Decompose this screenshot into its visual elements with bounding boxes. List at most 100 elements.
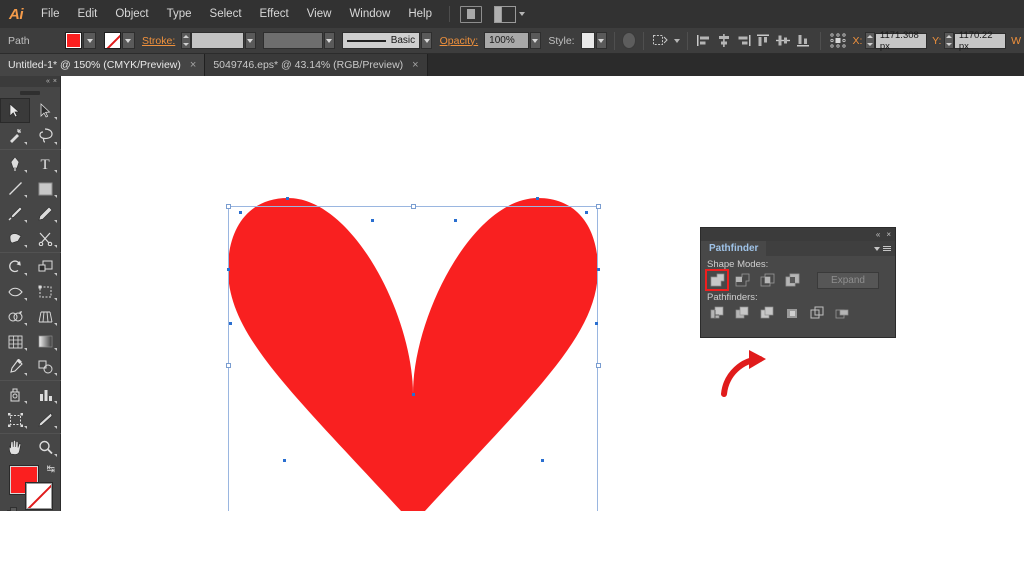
y-stepper[interactable] [944,32,954,49]
blend-tool[interactable] [30,354,60,379]
tools-panel-grip[interactable] [0,87,60,98]
hand-tool[interactable] [0,435,30,460]
divide-button[interactable] [707,304,727,322]
pen-tool[interactable] [0,151,30,176]
lasso-tool[interactable] [30,123,60,148]
type-tool[interactable]: T [30,151,60,176]
brush-definition-field[interactable]: Basic [342,32,421,49]
brush-dropdown-icon[interactable] [421,32,433,49]
path-anchor[interactable] [412,393,415,396]
expand-button[interactable]: Expand [817,271,879,289]
stroke-swatch-none[interactable] [103,32,121,49]
path-anchor[interactable] [585,211,588,214]
bbox-handle-tr[interactable] [595,203,601,209]
path-anchor[interactable] [229,322,232,325]
align-middle-v-icon[interactable] [775,32,791,50]
opacity-field[interactable]: 100% [484,32,529,49]
path-anchor[interactable] [226,268,230,271]
panel-close-icon[interactable]: × [886,230,891,239]
scale-tool[interactable] [30,254,60,279]
style-dropdown-icon[interactable] [595,32,608,49]
magic-wand-tool[interactable] [0,123,30,148]
mesh-tool[interactable] [0,329,30,354]
stroke-weight-dropdown-icon[interactable] [244,32,256,49]
align-center-h-icon[interactable] [716,32,732,50]
blob-brush-tool[interactable] [0,226,30,251]
perspective-grid-tool[interactable] [30,304,60,329]
stroke-weight-stepper[interactable] [181,32,191,49]
menu-view[interactable]: View [298,0,341,28]
gradient-tool[interactable] [30,329,60,354]
tab-5049746-eps[interactable]: 5049746.eps* @ 43.14% (RGB/Preview) × [205,54,428,76]
merge-button[interactable] [757,304,777,322]
stroke-profile-dropdown-icon[interactable] [323,32,335,49]
line-segment-tool[interactable] [0,176,30,201]
stroke-label[interactable]: Stroke: [142,35,175,47]
align-bottom-icon[interactable] [795,32,811,50]
rectangle-tool[interactable] [30,176,60,201]
tools-close-icon[interactable]: × [53,78,57,85]
width-tool[interactable] [0,279,30,304]
fill-swatch[interactable] [65,32,83,49]
slice-tool[interactable] [30,407,60,432]
bbox-handle-ml[interactable] [225,362,231,368]
tab-pathfinder[interactable]: Pathfinder [701,241,767,256]
transform-dropdown-icon[interactable] [673,38,680,43]
tab-close-icon[interactable]: × [190,59,196,71]
path-anchor[interactable] [536,197,539,200]
panel-menu-button[interactable] [766,241,895,256]
bridge-icon[interactable] [460,5,482,23]
tab-close-icon[interactable]: × [412,59,418,71]
menu-object[interactable]: Object [106,0,157,28]
free-transform-tool[interactable] [30,279,60,304]
x-coordinate-field[interactable]: 1171.308 px [874,30,928,52]
menu-type[interactable]: Type [158,0,201,28]
toolbar-stroke-swatch-none[interactable] [26,483,52,509]
stroke-profile-field[interactable] [263,32,323,49]
crop-button[interactable] [782,304,802,322]
column-graph-tool[interactable] [30,382,60,407]
shape-builder-tool[interactable] [0,304,30,329]
graphic-style-swatch[interactable] [580,32,595,49]
artboard-canvas[interactable]: « × Pathfinder Shape Modes: Expand Pathf… [61,76,1024,527]
menu-select[interactable]: Select [201,0,251,28]
eyedropper-tool[interactable] [0,354,30,379]
menu-file[interactable]: File [32,0,69,28]
menu-window[interactable]: Window [340,0,399,28]
rotate-tool[interactable] [0,254,30,279]
align-right-icon[interactable] [736,32,752,50]
opacity-label[interactable]: Opacity: [440,35,479,47]
tab-untitled-1[interactable]: Untitled-1* @ 150% (CMYK/Preview) × [0,54,206,76]
symbol-sprayer-tool[interactable] [0,382,30,407]
menu-effect[interactable]: Effect [251,0,298,28]
menu-edit[interactable]: Edit [69,0,107,28]
swap-fill-stroke-icon[interactable]: ↹ [47,464,55,475]
bbox-handle-tl[interactable] [225,203,231,209]
reference-point-icon[interactable] [829,32,846,50]
path-anchor[interactable] [371,219,374,222]
pencil-tool[interactable] [30,201,60,226]
tools-collapse-icon[interactable]: « [46,78,50,85]
opacity-dropdown-icon[interactable] [529,32,541,49]
fill-color-control[interactable] [65,32,97,49]
path-anchor[interactable] [596,268,600,271]
direct-selection-tool[interactable] [30,98,60,123]
align-top-icon[interactable] [756,32,772,50]
eraser-scissors-tool[interactable] [30,226,60,251]
align-left-icon[interactable] [697,32,713,50]
unite-button[interactable] [705,269,729,291]
path-anchor[interactable] [595,322,598,325]
path-anchor[interactable] [454,219,457,222]
artboard-tool[interactable] [0,407,30,432]
outline-button[interactable] [807,304,827,322]
trim-button[interactable] [732,304,752,322]
path-anchor[interactable] [286,197,289,200]
path-anchor[interactable] [541,459,544,462]
minus-front-button[interactable] [732,271,752,289]
fill-dropdown-icon[interactable] [83,32,97,49]
y-coordinate-field[interactable]: 1170.22 px [953,30,1007,52]
path-anchor[interactable] [239,211,242,214]
panel-collapse-icon[interactable]: « [876,230,880,239]
stroke-weight-field[interactable] [190,32,244,49]
x-stepper[interactable] [865,32,875,49]
